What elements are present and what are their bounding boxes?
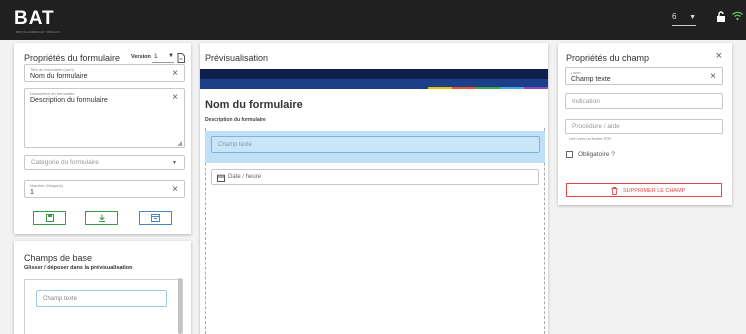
steps-label: Nombre d'étape(s) bbox=[30, 183, 63, 188]
form-properties-title: Propriétés du formulaire bbox=[24, 53, 121, 63]
preview-text-input[interactable]: Champ texte bbox=[211, 136, 540, 153]
resize-handle[interactable]: ◢ bbox=[177, 140, 182, 147]
trash-icon bbox=[611, 187, 618, 195]
delete-field-button[interactable]: SUPPRIMER LE CHAMP bbox=[566, 183, 722, 197]
form-title-field[interactable]: Titre du formulaire (nom) Nom du formula… bbox=[24, 64, 185, 82]
save-icon bbox=[45, 214, 54, 222]
save-button[interactable] bbox=[33, 211, 66, 225]
preview-title: Prévisualisation bbox=[205, 53, 269, 63]
required-checkbox[interactable] bbox=[566, 151, 573, 158]
selected-text-field[interactable]: Champ texte bbox=[205, 131, 545, 163]
steps-field[interactable]: Nombre d'étape(s) 1 × bbox=[24, 180, 185, 198]
form-description-value: Description du formulaire bbox=[30, 97, 108, 104]
steps-value: 1 bbox=[30, 189, 34, 196]
lock-icon[interactable] bbox=[716, 11, 726, 25]
logo-subtitle: BRITISH AMERICAN TOBACCO bbox=[16, 30, 60, 34]
form-title-label: Titre du formulaire (nom) bbox=[30, 67, 74, 72]
close-icon[interactable]: × bbox=[172, 184, 178, 195]
close-icon[interactable]: × bbox=[172, 92, 178, 103]
version-select[interactable]: 1 ▼ bbox=[152, 52, 174, 63]
procedure-hint: Lien vers un fichier PDF bbox=[569, 136, 612, 141]
archive-button[interactable] bbox=[139, 211, 172, 225]
hint-field[interactable]: Indication bbox=[565, 93, 723, 109]
category-placeholder: Catégorie du formulaire bbox=[31, 159, 99, 166]
close-icon[interactable]: × bbox=[716, 50, 722, 62]
field-properties-panel: Propriétés du champ × Label Champ texte … bbox=[558, 43, 732, 205]
basic-fields-scrollbar[interactable] bbox=[178, 278, 182, 334]
close-icon[interactable]: × bbox=[172, 68, 178, 79]
procedure-placeholder: Procédure / aide bbox=[572, 123, 620, 130]
form-description-field[interactable]: Description du formulaire Description du… bbox=[24, 88, 185, 148]
header-version-select[interactable]: 6 ▼ bbox=[672, 12, 696, 26]
archive-icon bbox=[151, 214, 160, 222]
basic-fields-panel: Champs de base Glisser / déposer dans la… bbox=[14, 241, 191, 334]
top-bar: BAT BRITISH AMERICAN TOBACCO 6 ▼ bbox=[0, 0, 746, 40]
preview-form-description: Description du formulaire bbox=[205, 117, 266, 123]
chevron-down-icon: ▼ bbox=[172, 160, 177, 166]
preview-form-name: Nom du formulaire bbox=[205, 99, 303, 111]
chevron-down-icon: ▼ bbox=[689, 14, 696, 21]
basic-fields-title: Champs de base bbox=[24, 253, 93, 263]
category-select[interactable]: Catégorie du formulaire ▼ bbox=[24, 155, 185, 170]
form-title-value: Nom du formulaire bbox=[30, 73, 88, 80]
draggable-field-label: Champ texte bbox=[43, 296, 78, 302]
version-value: 1 bbox=[154, 53, 158, 60]
draggable-field-item[interactable]: Champ texte bbox=[36, 290, 167, 307]
header-version-value: 6 bbox=[672, 12, 677, 21]
chevron-down-icon: ▼ bbox=[168, 53, 174, 59]
basic-fields-list: Champ texte bbox=[24, 279, 183, 334]
preview-date-input[interactable]: Date / heure bbox=[211, 169, 539, 185]
preview-date-label: Date / heure bbox=[228, 174, 262, 180]
label-field-value: Champ texte bbox=[571, 76, 611, 83]
basic-fields-subtitle: Glisser / déposer dans la prévisualisati… bbox=[24, 265, 133, 271]
wifi-icon[interactable] bbox=[732, 11, 743, 24]
form-properties-panel: Propriétés du formulaire Version 1 ▼ Tit… bbox=[14, 43, 191, 234]
delete-field-label: SUPPRIMER LE CHAMP bbox=[623, 188, 686, 194]
download-icon bbox=[98, 214, 105, 222]
form-banner bbox=[200, 69, 548, 89]
procedure-field[interactable]: Procédure / aide bbox=[565, 119, 723, 134]
label-field-label: Label bbox=[571, 70, 581, 75]
calendar-icon bbox=[217, 174, 225, 182]
preview-text-label: Champ texte bbox=[218, 142, 253, 148]
close-icon[interactable]: × bbox=[710, 71, 716, 82]
download-button[interactable] bbox=[85, 211, 118, 225]
hint-placeholder: Indication bbox=[572, 98, 600, 105]
bat-logo: BAT bbox=[14, 8, 55, 29]
form-description-label: Description du formulaire bbox=[30, 91, 75, 96]
required-label: Obligatoire ? bbox=[578, 151, 615, 158]
field-properties-title: Propriétés du champ bbox=[566, 53, 650, 63]
version-label: Version bbox=[131, 54, 151, 60]
label-field[interactable]: Label Champ texte × bbox=[565, 67, 723, 85]
